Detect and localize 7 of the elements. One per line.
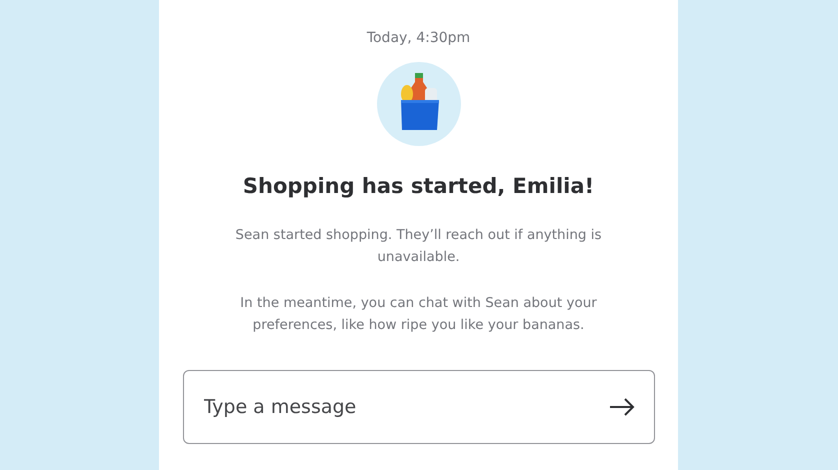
info-text: Sean started shopping. They’ll reach out if anything is unavailable. (234, 226, 603, 267)
grocery-bag-icon (376, 62, 460, 146)
arrow-icon (608, 398, 634, 416)
message-field[interactable]: Type a message (182, 370, 654, 444)
timestamp: Today, 4:30pm (366, 30, 470, 46)
heading: Shopping has started, Emilia! (242, 174, 594, 198)
info-text: In the meantime, you can chat with Sean about your preferences, like how ripe you like your bananas. (239, 294, 598, 335)
